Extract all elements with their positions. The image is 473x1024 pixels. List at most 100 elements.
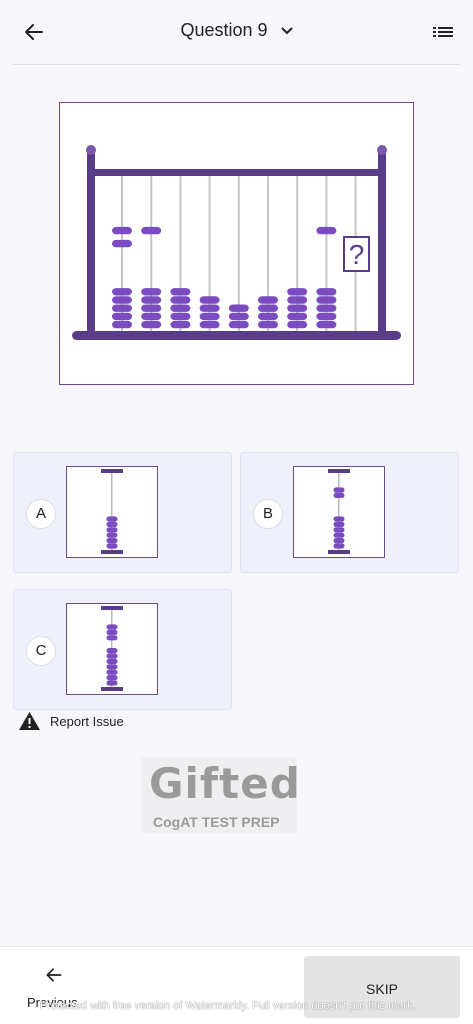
abacus-bead [141, 320, 162, 329]
option-bead [106, 648, 118, 654]
option-bead [106, 675, 118, 681]
option-bottom-bar [328, 550, 350, 554]
abacus-bead [287, 304, 308, 312]
abacus-bead [141, 226, 162, 235]
chevron-down-icon [280, 27, 293, 35]
abacus-bead [141, 312, 162, 321]
abacus-bead [112, 288, 132, 296]
header: Question 9 [0, 0, 473, 64]
option-c-image [66, 603, 158, 695]
option-bead [333, 521, 345, 527]
option-bead [106, 635, 118, 641]
abacus-bead [170, 320, 191, 329]
abacus-bead [258, 304, 278, 312]
option-c-letter: C [26, 636, 56, 666]
option-bead [106, 624, 118, 630]
option-bead [106, 543, 118, 549]
abacus-bead [316, 226, 337, 235]
abacus-bead [316, 296, 337, 304]
option-bead [106, 527, 118, 533]
logo-subtitle: CogAT TEST PREP [153, 814, 280, 830]
option-b-letter: B [253, 499, 283, 529]
option-c-abacus [101, 606, 123, 691]
abacus-bead [199, 320, 220, 329]
page-title: Question 9 [180, 20, 268, 40]
question-mark: ? [349, 239, 365, 270]
option-bead [106, 521, 118, 527]
abacus-bead [258, 312, 278, 321]
abacus-bead [112, 239, 132, 248]
abacus-bead [228, 320, 249, 329]
option-b-abacus [328, 469, 350, 554]
watermark-text: Protected with free version of Watermark… [40, 1000, 416, 1012]
option-bead [333, 492, 345, 498]
option-a-image [66, 466, 158, 558]
abacus-bead [199, 296, 220, 304]
abacus-bead [287, 320, 308, 329]
option-bead [106, 669, 118, 675]
option-a-letter: A [26, 499, 56, 529]
abacus-bead [199, 304, 220, 312]
abacus-bead [141, 304, 162, 312]
abacus-bead [258, 296, 278, 304]
option-bottom-bar [101, 687, 123, 691]
abacus-bead [228, 312, 249, 321]
abacus-figure: ? [72, 145, 401, 340]
report-issue-label: Report Issue [50, 713, 124, 729]
option-bead [106, 629, 118, 635]
abacus-bead [112, 320, 132, 329]
abacus-bead [170, 304, 191, 312]
option-bead [106, 653, 118, 659]
abacus-bead [228, 304, 249, 312]
unknown-rod-marker: ? [343, 236, 370, 272]
question-selector[interactable]: Question 9 [0, 20, 473, 41]
abacus-bead [316, 304, 337, 312]
abacus-bead [112, 296, 132, 304]
option-bead [333, 516, 345, 522]
option-top-bar [328, 469, 350, 473]
abacus-bead [287, 288, 308, 296]
warning-icon [19, 712, 40, 730]
abacus-bead [141, 288, 162, 296]
option-a-abacus [101, 469, 123, 554]
option-bead [106, 658, 118, 664]
abacus-bead [316, 312, 337, 321]
abacus-bead [112, 304, 132, 312]
option-bead [106, 532, 118, 538]
gifted-logo: Gifted CogAT TEST PREP [141, 757, 300, 833]
abacus-bead [316, 288, 337, 296]
option-b-image [293, 466, 385, 558]
logo-title: Gifted [149, 759, 301, 808]
abacus-bead [112, 226, 132, 235]
option-top-bar [101, 469, 123, 473]
question-list-button[interactable] [432, 22, 454, 42]
option-bead [333, 532, 345, 538]
list-icon [433, 27, 453, 37]
option-top-bar [101, 606, 123, 610]
report-issue-button[interactable]: Report Issue [18, 711, 124, 731]
option-bead [106, 538, 118, 544]
abacus-bead [287, 312, 308, 321]
arrow-left-icon [46, 968, 62, 982]
option-a[interactable]: A [13, 452, 232, 573]
option-bead [106, 664, 118, 670]
bottom-bar: Previous SKIP [0, 946, 473, 1024]
option-c[interactable]: C [13, 589, 232, 710]
abacus-bead [199, 312, 220, 321]
option-bead [106, 516, 118, 522]
question-image: ? [59, 102, 414, 385]
abacus-bead [170, 288, 191, 296]
abacus-bead [141, 296, 162, 304]
abacus-bead [170, 296, 191, 304]
abacus-bead [287, 296, 308, 304]
option-bottom-bar [101, 550, 123, 554]
option-bead [333, 487, 345, 493]
abacus-bead [258, 320, 278, 329]
option-bead [106, 680, 118, 686]
abacus-bead [112, 312, 132, 321]
option-b[interactable]: B [240, 452, 459, 573]
header-divider [13, 64, 460, 65]
abacus-bead [170, 312, 191, 321]
option-bead [333, 543, 345, 549]
option-bead [333, 538, 345, 544]
